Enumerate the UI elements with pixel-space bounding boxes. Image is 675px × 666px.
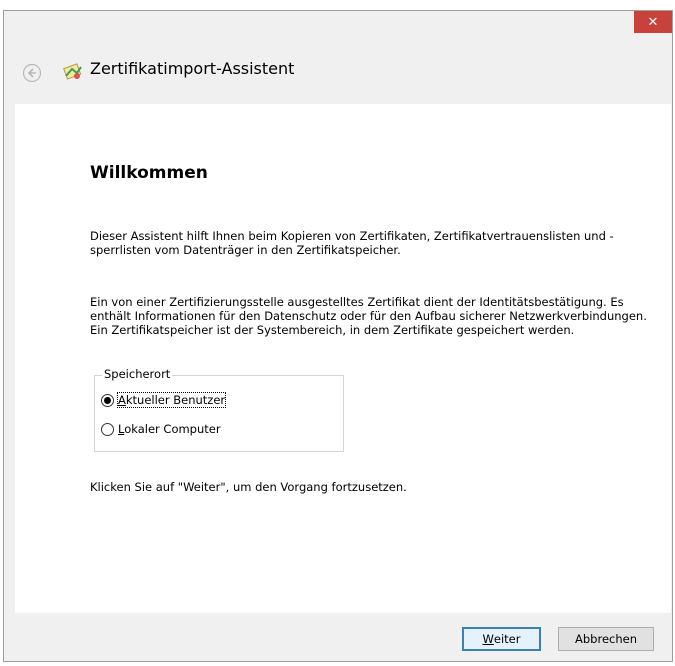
- title-bar: ✕ Zertifikatimport-Assistent: [4, 11, 672, 103]
- window-title: Zertifikatimport-Assistent: [90, 59, 295, 78]
- close-button[interactable]: ✕: [634, 11, 672, 33]
- continue-hint: Klicken Sie auf "Weiter", um den Vorgang…: [90, 480, 407, 494]
- close-icon: ✕: [647, 14, 659, 30]
- next-button[interactable]: Weiter: [462, 627, 541, 651]
- description-paragraph: Ein von einer Zertifizierungsstelle ausg…: [90, 295, 647, 337]
- wizard-content: Willkommen Dieser Assistent hilft Ihnen …: [15, 104, 671, 613]
- radio-button-current-user[interactable]: [101, 393, 114, 407]
- store-location-label: Speicherort: [102, 367, 173, 381]
- page-heading: Willkommen: [90, 163, 208, 183]
- back-button[interactable]: [22, 63, 42, 83]
- button-bar: Weiter Abbrechen: [4, 614, 672, 661]
- radio-selected-dot: [104, 396, 111, 404]
- certificate-icon: [62, 61, 84, 83]
- intro-paragraph: Dieser Assistent hilft Ihnen beim Kopier…: [90, 229, 614, 257]
- radio-current-user[interactable]: Aktueller Benutzer: [101, 392, 227, 408]
- cancel-button[interactable]: Abbrechen: [558, 627, 654, 651]
- back-arrow-icon: [22, 63, 42, 83]
- radio-current-user-label: Aktueller Benutzer: [116, 392, 227, 408]
- wizard-window: ✕ Zertifikatimport-Assistent Willkommen …: [3, 10, 673, 662]
- radio-button-local-computer[interactable]: [101, 422, 114, 436]
- store-location-group: Speicherort Aktueller Benutzer Lokaler C…: [94, 367, 344, 452]
- radio-local-computer[interactable]: Lokaler Computer: [101, 422, 221, 436]
- radio-local-computer-label: Lokaler Computer: [118, 422, 221, 436]
